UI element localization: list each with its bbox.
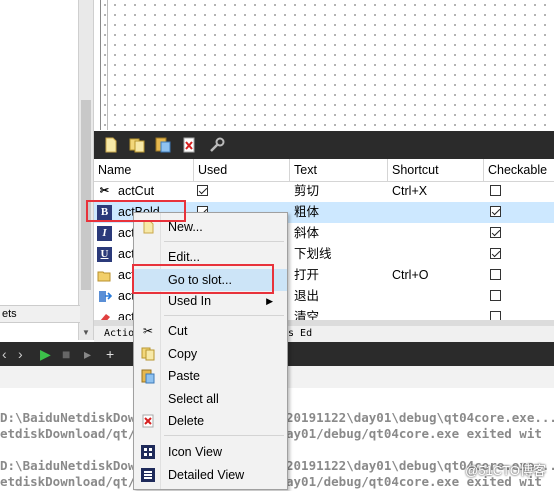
stop-icon[interactable]: ■ (62, 346, 70, 362)
action-table-header: Name Used Text Shortcut Checkable (94, 159, 554, 182)
checkable-checkbox[interactable] (490, 227, 501, 238)
paste-icon (141, 369, 155, 384)
forward-arrow-icon[interactable]: › (18, 346, 23, 362)
checkable-checkbox[interactable] (490, 269, 501, 280)
detailed-view-icon (141, 468, 155, 482)
menu-item-cut[interactable]: ✂ Cut (134, 320, 287, 342)
checkable-checkbox[interactable] (490, 206, 501, 217)
menu-item-icon-view[interactable]: Icon View (134, 441, 287, 463)
output-line: ay01/debug/qt04core.exe exited wit (286, 426, 542, 441)
output-line: etdiskDownload/qt/ (0, 474, 136, 489)
action-text: 斜体 (294, 226, 320, 240)
output-line: 20191122\day01\debug\qt04core.exe... (286, 410, 554, 425)
used-checkbox (197, 185, 208, 196)
vertical-scrollbar[interactable]: ▼ (78, 0, 94, 340)
output-line: etdiskDownload/qt/ (0, 426, 136, 441)
run-icon[interactable]: ▶ (40, 346, 51, 362)
delete-action-icon[interactable] (180, 136, 198, 154)
checkable-checkbox[interactable] (490, 290, 501, 301)
scissors-icon: ✂ (142, 324, 154, 338)
action-text: 退出 (294, 289, 320, 303)
column-header-used[interactable]: Used (194, 159, 290, 181)
column-header-name[interactable]: Name (94, 159, 194, 181)
copy-action-icon[interactable] (128, 136, 146, 154)
menu-item-detailed-view[interactable]: Detailed View (134, 464, 287, 486)
form-designer-canvas[interactable] (100, 0, 554, 130)
output-line: D:\BaiduNetdiskDow (0, 458, 136, 473)
table-row[interactable]: ✂ actCut 剪切 Ctrl+X (94, 181, 554, 202)
configure-icon[interactable] (208, 136, 226, 154)
menu-item-select-all[interactable]: Select all (134, 388, 287, 410)
delete-icon (142, 414, 154, 428)
highlight-box-actbold (86, 200, 186, 222)
action-editor-toolbar (94, 131, 554, 159)
scrollbar-thumb[interactable] (81, 100, 91, 290)
attach-icon[interactable]: ▸ (84, 346, 91, 362)
back-arrow-icon[interactable]: ‹ (2, 346, 7, 362)
folder-open-icon (97, 271, 111, 282)
column-header-checkable[interactable]: Checkable (484, 159, 554, 181)
action-text: 粗体 (294, 205, 320, 219)
paste-action-icon[interactable] (154, 136, 172, 154)
menu-item-delete[interactable]: Delete (134, 410, 287, 432)
action-shortcut: Ctrl+X (392, 184, 428, 198)
output-line: D:\BaiduNetdiskDow (0, 410, 136, 425)
action-text: 下划线 (294, 247, 332, 261)
checkable-checkbox[interactable] (490, 185, 501, 196)
column-header-shortcut[interactable]: Shortcut (388, 159, 484, 181)
action-name: actCut (118, 184, 155, 198)
checkable-checkbox[interactable] (490, 248, 501, 259)
properties-tab-fragment[interactable]: ets (0, 305, 80, 323)
menu-item-paste[interactable]: Paste (134, 365, 287, 387)
underline-icon: U (97, 247, 112, 262)
action-text: 打开 (294, 268, 320, 282)
menu-item-copy[interactable]: Copy (134, 343, 287, 365)
new-action-icon[interactable] (102, 136, 120, 154)
italic-icon: I (97, 226, 112, 241)
scissors-icon: ✂ (99, 185, 110, 197)
action-shortcut: Ctrl+O (392, 268, 429, 282)
exit-icon (99, 291, 112, 302)
copy-icon (141, 347, 155, 361)
scroll-down-arrow[interactable]: ▼ (81, 328, 91, 338)
add-icon[interactable]: + (106, 346, 114, 362)
canvas-border (100, 0, 108, 130)
context-menu: New... Edit... Go to slot... Used In ▶ ✂ … (133, 212, 288, 490)
watermark: @51CTO博客 (465, 463, 546, 478)
column-header-text[interactable]: Text (290, 159, 388, 181)
object-inspector-area (0, 0, 78, 300)
highlight-box-go-to-slot (132, 264, 274, 294)
tab-action-editor[interactable]: Actio (104, 326, 134, 342)
icon-view-icon (141, 445, 155, 459)
action-text: 剪切 (294, 184, 320, 198)
